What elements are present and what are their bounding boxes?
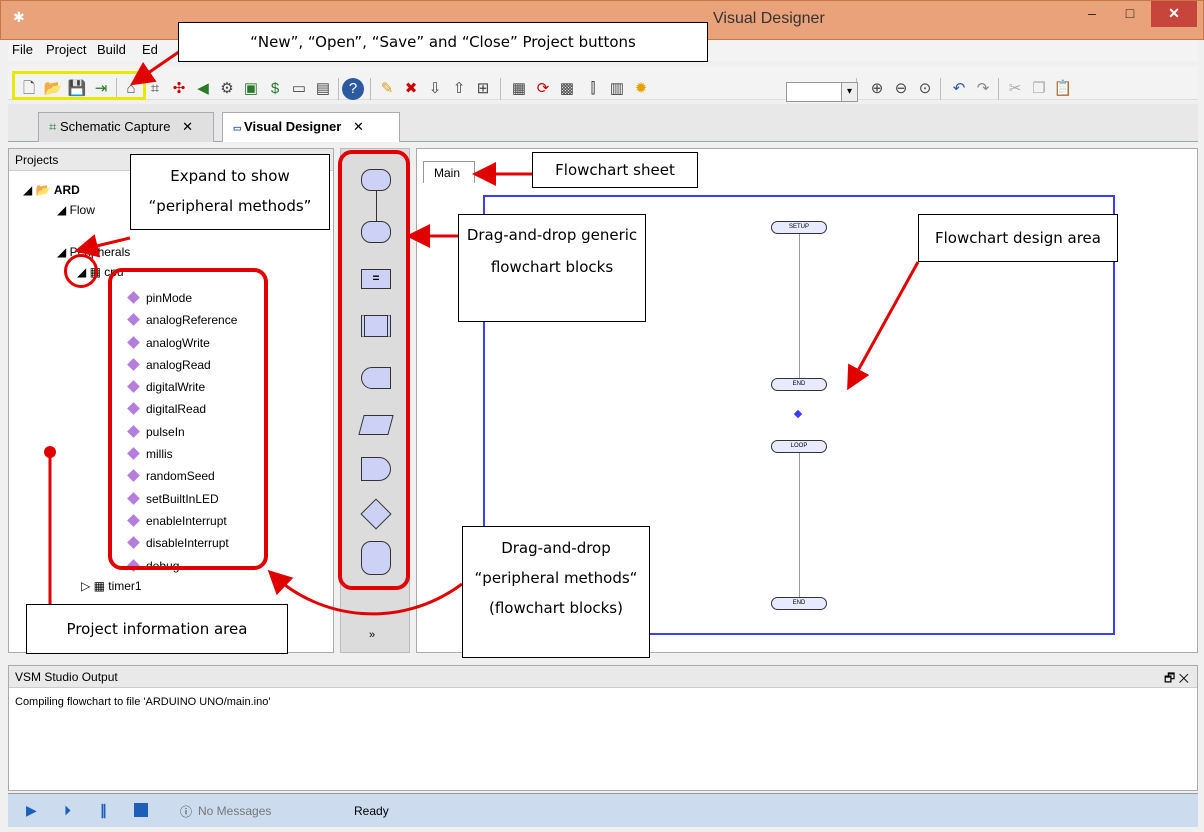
- callout-design: Flowchart design area: [918, 214, 1118, 262]
- callout-expand: Expand to show “peripheral methods”: [130, 154, 330, 230]
- callout-sheet: Flowchart sheet: [532, 152, 698, 188]
- info-area-dot: [44, 446, 56, 458]
- callout-generic: Drag-and-drop generic flowchart blocks: [458, 214, 646, 322]
- arrow-peripheral: [267, 569, 463, 616]
- arrow-design: [847, 261, 920, 391]
- callout-project-buttons: “New”, “Open”, “Save” and “Close” Projec…: [178, 22, 708, 62]
- callout-peripheral: Drag-and-drop “peripheral methods“ (flow…: [462, 526, 650, 658]
- arrow-expand: [74, 234, 131, 258]
- annotation-arrows: [44, 32, 920, 616]
- callout-info: Project information area: [26, 604, 288, 654]
